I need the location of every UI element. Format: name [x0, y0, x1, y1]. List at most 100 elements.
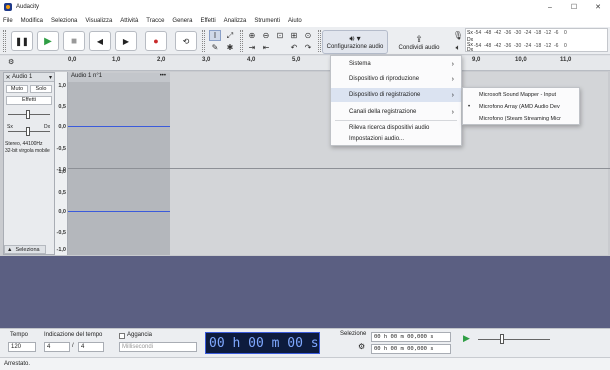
menu-transport[interactable]: Attività: [120, 18, 138, 24]
window-title: Audacity: [16, 4, 40, 10]
selection-end-field[interactable]: 00 h 00 m 00,000 s: [371, 344, 451, 354]
menu-item-recording-device[interactable]: Dispositivo di registrazione ›: [331, 88, 461, 102]
menu-generate[interactable]: Genera: [172, 18, 192, 24]
tools-grip[interactable]: [202, 30, 205, 52]
clip-menu-icon[interactable]: •••: [160, 73, 166, 79]
share-audio-button[interactable]: ⇪ Condividi audio: [394, 30, 444, 54]
zoom-toggle-icon[interactable]: ⊙: [302, 30, 314, 41]
empty-tracks-background[interactable]: [0, 256, 610, 328]
selection-settings-icon[interactable]: ⚙: [358, 342, 365, 351]
waveform-right: [68, 211, 170, 212]
time-signature-slash: /: [72, 343, 74, 349]
menu-analyze[interactable]: Analizza: [224, 18, 247, 24]
ruler-label: 1,0: [58, 83, 66, 89]
recording-meter[interactable]: Sx Dx -54 -48 -42 -36 -30 -24 -18 -12 -6 0 Sx Dx …: [465, 28, 608, 53]
tick-label: 11,0: [560, 57, 572, 63]
skip-end-button[interactable]: ▶: [115, 31, 137, 51]
selection-label: Selezione: [340, 331, 367, 337]
snap-checkbox[interactable]: [119, 333, 125, 339]
close-button[interactable]: ✕: [586, 0, 610, 14]
gain-slider-thumb[interactable]: [26, 110, 30, 119]
menu-item-audio-settings[interactable]: Impostazioni audio...: [331, 133, 461, 144]
menu-select[interactable]: Seleziona: [51, 18, 77, 24]
playback-meter-icon[interactable]: 🔈︎: [452, 42, 464, 53]
menu-file[interactable]: File: [3, 18, 13, 24]
menu-item-playback-device[interactable]: Dispositivo di riproduzione ›: [331, 72, 461, 86]
stop-button[interactable]: ■: [63, 31, 85, 51]
effects-button[interactable]: Effetti: [6, 96, 52, 105]
track-close-button[interactable]: ✕: [4, 74, 12, 81]
menu-tools[interactable]: Strumenti: [254, 18, 280, 24]
meter-right-label-2: Dx: [467, 47, 474, 53]
menu-item-rescan-devices[interactable]: Rileva ricerca dispositivi audio: [331, 122, 461, 133]
timeline-ruler[interactable]: ⚙ 0,0 1,0 2,0 3,0 4,0 5,0 9,0 10,0 11,0: [0, 56, 610, 71]
redo-icon[interactable]: ↷: [302, 42, 314, 53]
selection-tool-icon[interactable]: I: [209, 30, 221, 41]
speaker-icon: 🔊︎ ▾: [349, 34, 361, 43]
time-display[interactable]: 00 h 00 m 00 s: [205, 332, 320, 354]
meter-left-label: Sx: [467, 30, 473, 36]
undo-icon[interactable]: ↶: [288, 42, 300, 53]
toolbar-grip[interactable]: [3, 30, 6, 52]
snap-select[interactable]: Millisecondi: [119, 342, 197, 352]
clip-header[interactable]: Audio 1 n°1 •••: [68, 73, 170, 82]
menu-effects[interactable]: Effetti: [200, 18, 215, 24]
record-button[interactable]: ●: [145, 31, 167, 51]
play-button[interactable]: ▶: [37, 31, 59, 51]
menu-view[interactable]: Visualizza: [85, 18, 112, 24]
submenu-item-sound-mapper[interactable]: Microsoft Sound Mapper - Input: [463, 89, 579, 100]
zoom-out-icon[interactable]: ⊖: [260, 30, 272, 41]
draw-tool-icon[interactable]: ✎: [209, 42, 221, 53]
time-signature-denominator[interactable]: 4: [78, 342, 104, 352]
selection-start-field[interactable]: 00 h 00 m 00,000 s: [371, 332, 451, 342]
meter-scale-bottom: -54 -48 -42 -36 -30 -24 -18 -12 -6 0: [474, 43, 567, 49]
trim-icon[interactable]: ⇥: [246, 42, 258, 53]
fit-project-icon[interactable]: ⊞: [288, 30, 300, 41]
track-menu-chevron-icon[interactable]: ▾: [49, 74, 52, 81]
mic-icon[interactable]: 🎙︎: [452, 30, 464, 41]
audio-setup-button[interactable]: 🔊︎ ▾ Configurazione audio: [322, 30, 388, 54]
tempo-label: Tempo: [10, 332, 29, 338]
menu-tracks[interactable]: Tracce: [146, 18, 164, 24]
pan-left-label: Sx: [7, 124, 13, 130]
loop-button[interactable]: ⟲: [175, 31, 197, 51]
tick-label: 5,0: [292, 57, 301, 63]
track-format-bits: 32-bit virgola mobile: [5, 148, 50, 154]
audio-clip[interactable]: [68, 73, 170, 255]
track-select-button[interactable]: ▲ Seleziona: [4, 245, 46, 254]
submenu-item-mic-array[interactable]: • Microfono Array (AMD Audio Dev: [463, 101, 579, 112]
edit-grip[interactable]: [240, 30, 243, 52]
menu-item-host[interactable]: Sistema ›: [331, 57, 461, 71]
minimize-button[interactable]: –: [538, 0, 562, 14]
pan-slider-thumb[interactable]: [26, 127, 30, 136]
track-control-panel: ✕ Audio 1 ▾ Muto Solo Effetti Sx Dx Ster…: [3, 72, 55, 255]
fit-selection-icon[interactable]: ⊡: [274, 30, 286, 41]
submenu-item-steam-mic[interactable]: Microfono (Steam Streaming Micr: [463, 113, 579, 124]
clip-name: Audio 1 n°1: [71, 73, 103, 79]
play-at-speed-icon[interactable]: ▶: [463, 333, 470, 344]
menu-edit[interactable]: Modifica: [21, 18, 43, 24]
time-signature-numerator[interactable]: 4: [44, 342, 70, 352]
mute-button[interactable]: Muto: [6, 85, 28, 93]
skip-start-button[interactable]: ◀: [89, 31, 111, 51]
menu-item-recording-channels[interactable]: Canali della registrazione ›: [331, 105, 461, 119]
maximize-button[interactable]: ☐: [562, 0, 586, 14]
playback-speed-thumb[interactable]: [500, 334, 504, 344]
vertical-ruler[interactable]: 1,0 0,5 0,0 -0,5 -1,0 1,0 0,5 0,0 -0,5 -…: [55, 72, 68, 255]
menu-help[interactable]: Aiuto: [288, 18, 302, 24]
ruler-label: -0,5: [56, 146, 66, 152]
envelope-tool-icon[interactable]: ⤢: [224, 30, 236, 41]
menu-separator: [335, 120, 457, 121]
silence-icon[interactable]: ⇤: [260, 42, 272, 53]
title-bar: Audacity – ☐ ✕: [0, 0, 610, 14]
solo-button[interactable]: Solo: [30, 85, 52, 93]
tempo-field[interactable]: 120: [8, 342, 36, 352]
pause-button[interactable]: ❚❚: [11, 31, 33, 51]
multi-tool-icon[interactable]: ✱: [224, 42, 236, 53]
track-name[interactable]: Audio 1: [12, 74, 32, 80]
playback-speed-slider[interactable]: [478, 339, 550, 340]
timeline-settings-icon[interactable]: ⚙: [8, 58, 14, 66]
audio-setup-grip[interactable]: [318, 30, 321, 52]
zoom-in-icon[interactable]: ⊕: [246, 30, 258, 41]
collapse-icon: ▲: [7, 246, 13, 253]
